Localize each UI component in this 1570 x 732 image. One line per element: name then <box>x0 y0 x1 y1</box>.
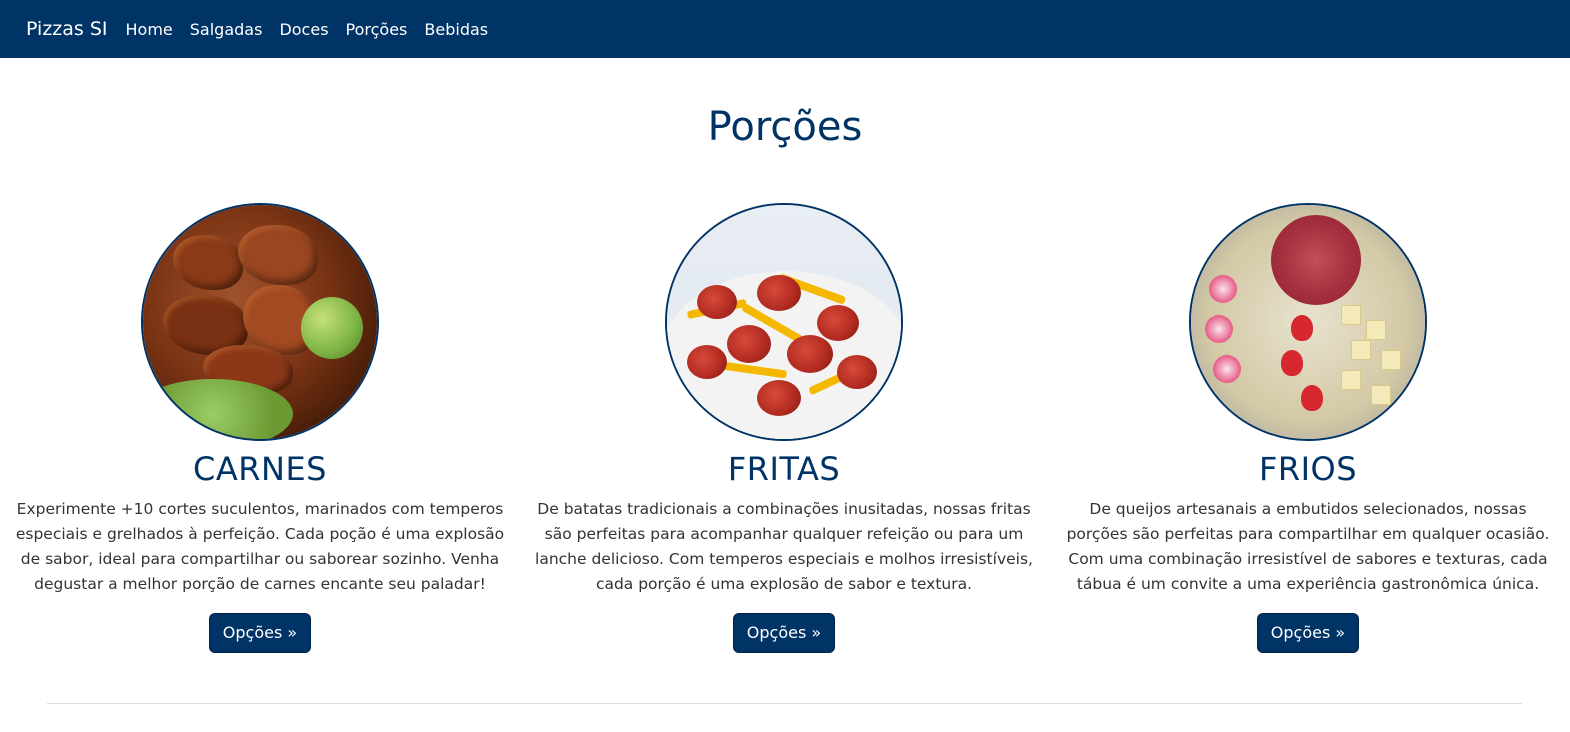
top-navbar: Pizzas SI Home Salgadas Doces Porções Be… <box>0 0 1570 58</box>
brand-link[interactable]: Pizzas SI <box>26 18 108 40</box>
card-text-fritas: De batatas tradicionais a combinações in… <box>535 500 1033 593</box>
cold-cuts-platter-image <box>1189 203 1427 441</box>
opcoes-button-carnes[interactable]: Opções » <box>208 613 312 653</box>
card-fritas: FRITAS De batatas tradicionais a combina… <box>530 203 1038 653</box>
card-carnes: CARNES Experimente +10 cortes suculentos… <box>6 203 514 653</box>
nav-link-porcoes[interactable]: Porções <box>346 20 408 39</box>
card-frios: FRIOS De queijos artesanais a embutidos … <box>1054 203 1562 653</box>
nav-link-salgadas[interactable]: Salgadas <box>190 20 263 39</box>
card-text-carnes: Experimente +10 cortes suculentos, marin… <box>15 500 505 593</box>
page-title: Porções <box>707 104 863 150</box>
nav-link-doces[interactable]: Doces <box>279 20 328 39</box>
meat-platter-image <box>141 203 379 441</box>
nav-link-home[interactable]: Home <box>126 20 173 39</box>
card-title-fritas: FRITAS <box>727 450 841 488</box>
section-divider <box>47 703 1522 704</box>
card-title-frios: FRIOS <box>1258 450 1358 488</box>
card-title-carnes: CARNES <box>193 450 327 488</box>
nav-link-bebidas[interactable]: Bebidas <box>424 20 488 39</box>
card-text-frios: De queijos artesanais a embutidos seleci… <box>1066 500 1550 593</box>
opcoes-button-frios[interactable]: Opções » <box>1256 613 1360 653</box>
opcoes-button-fritas[interactable]: Opções » <box>732 613 836 653</box>
fries-platter-image <box>665 203 903 441</box>
